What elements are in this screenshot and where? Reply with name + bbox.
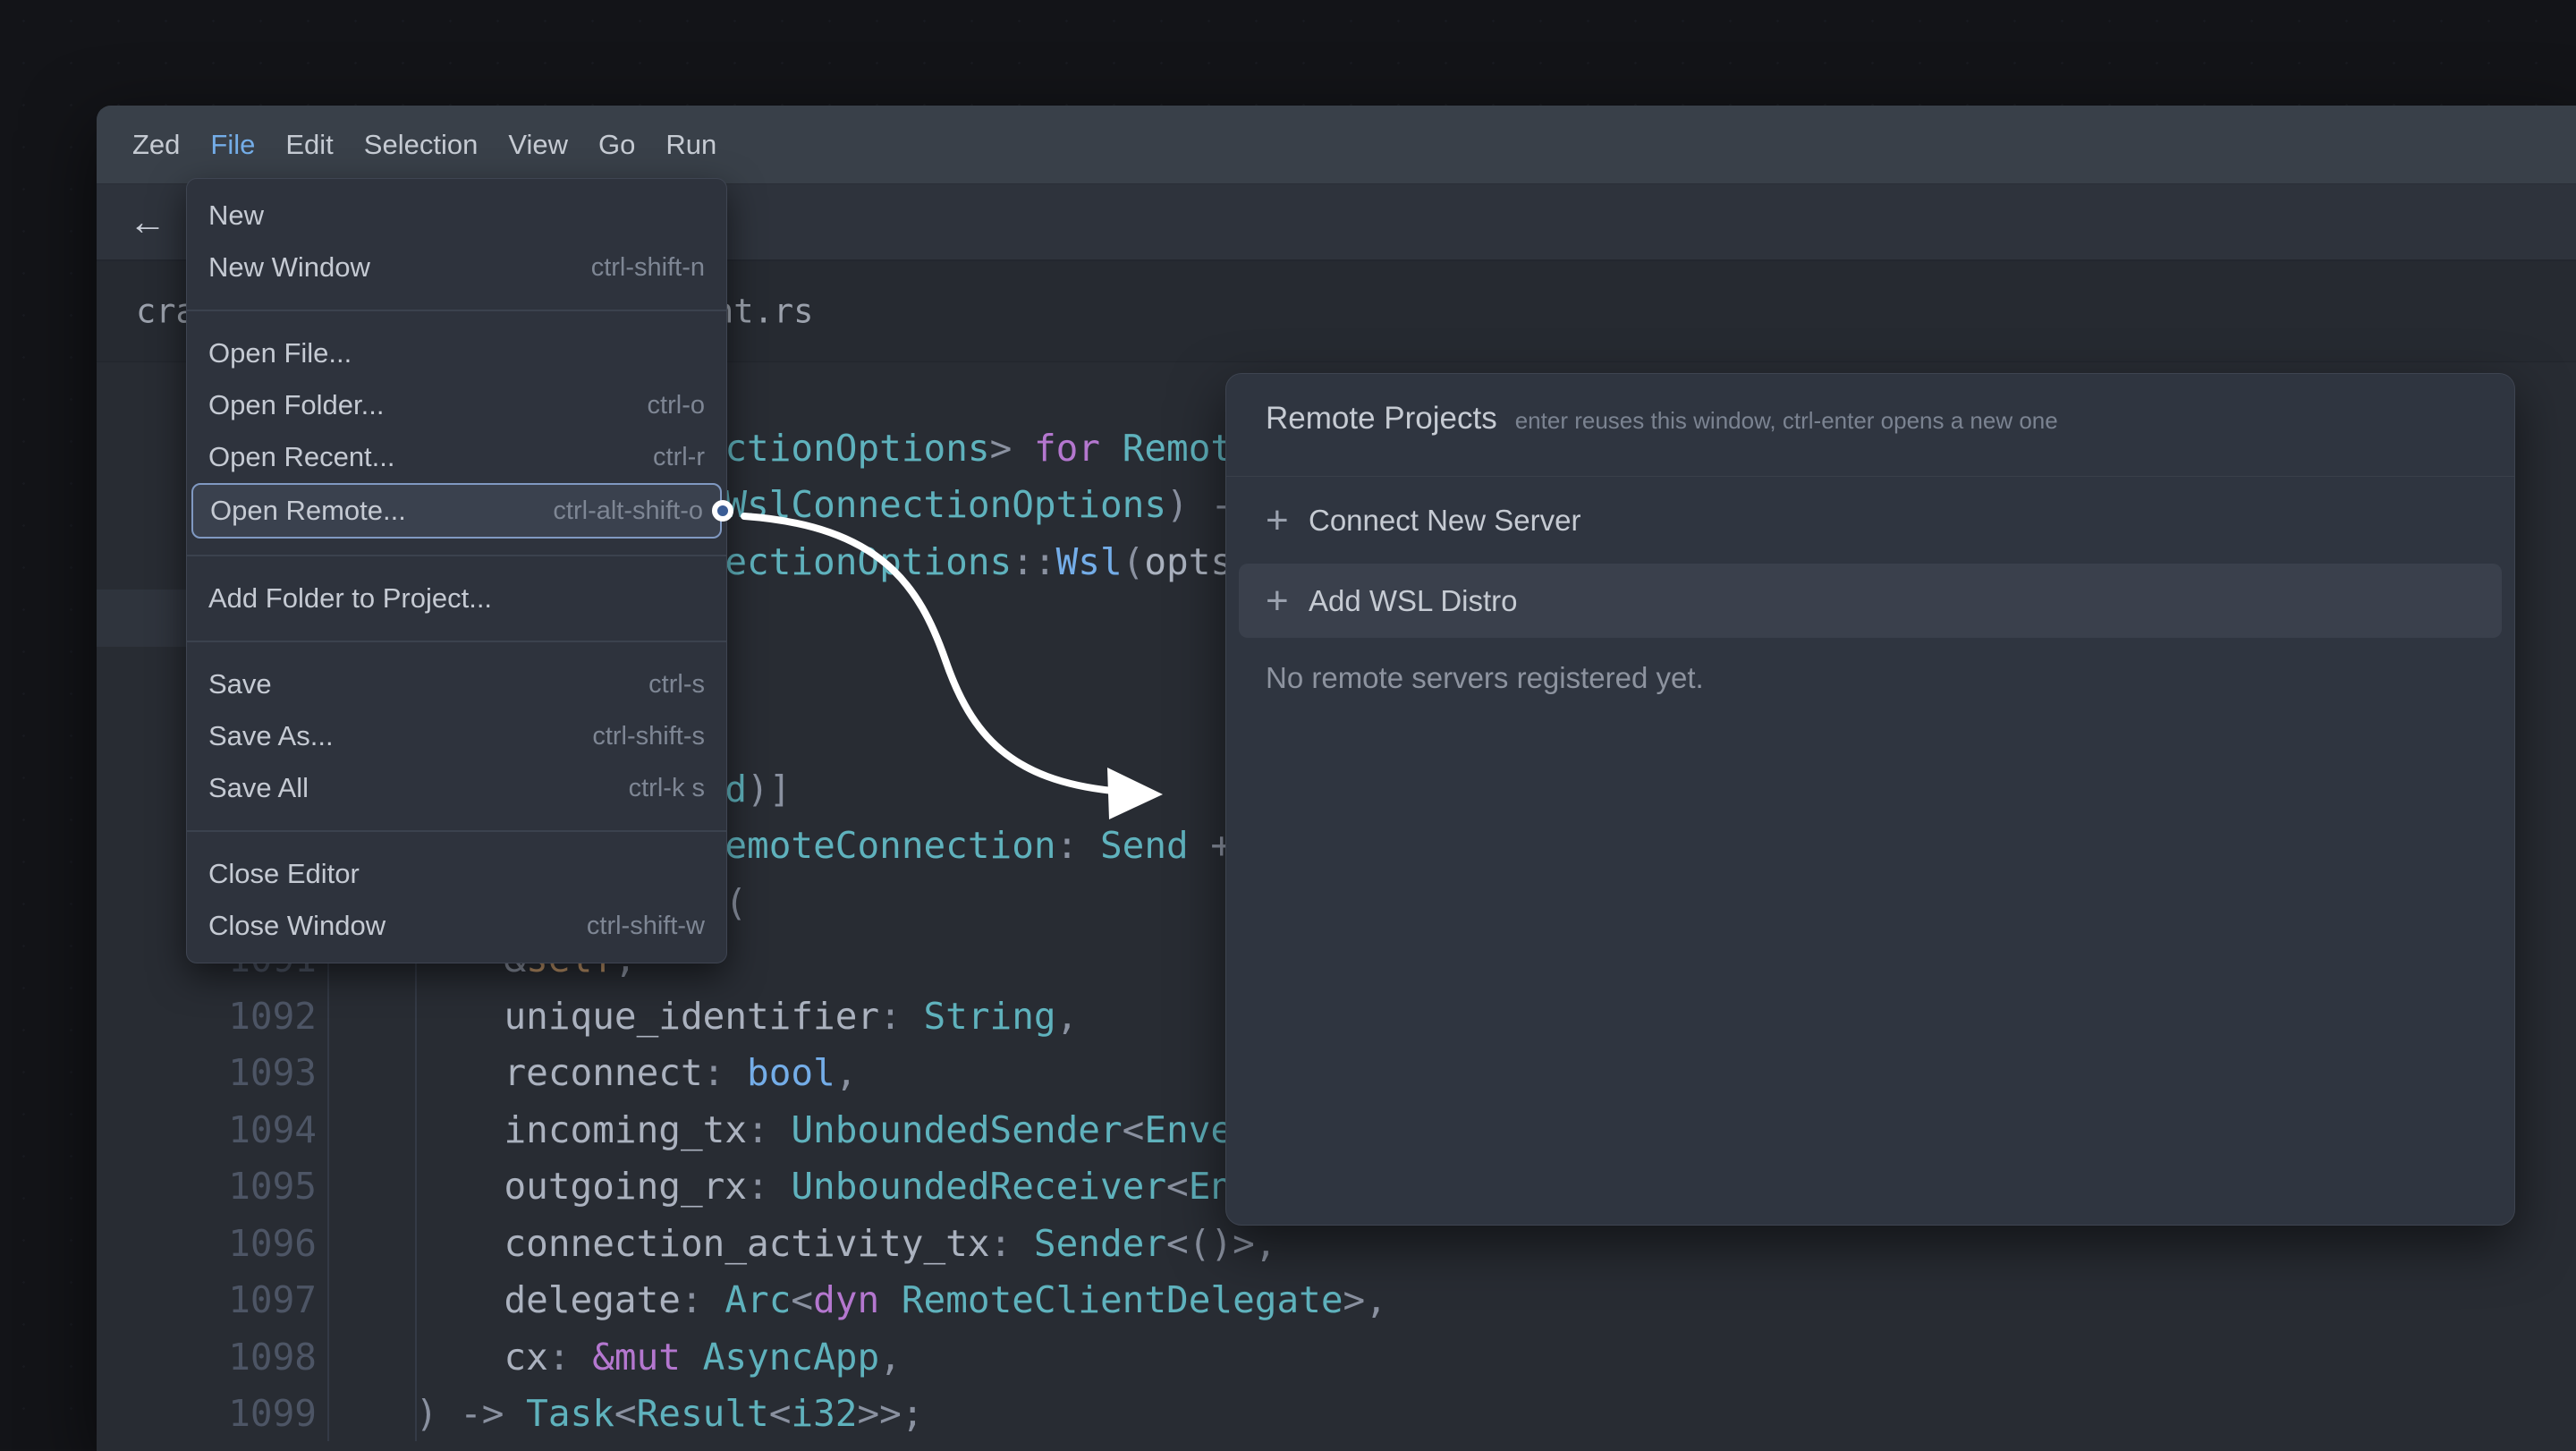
menu-item-label: New: [208, 199, 264, 232]
menu-item-label: Close Editor: [208, 858, 360, 890]
modal-action-label: Add WSL Distro: [1309, 584, 1518, 618]
title-bar: Zed File Edit Selection View Go Run: [97, 106, 2576, 184]
empty-state-text: No remote servers registered yet.: [1226, 638, 2514, 695]
code-text: incoming_tx: UnboundedSender<Envelope>,: [327, 1101, 1365, 1158]
modal-hint: enter reuses this window, ctrl-enter ope…: [1515, 407, 2058, 435]
menu-item-add-folder-to-project[interactable]: Add Folder to Project...: [187, 573, 726, 624]
menu-separator: [187, 310, 726, 311]
code-line-1098: 1098 cx: &mut AsyncApp,: [97, 1328, 2576, 1386]
menu-item-close-window[interactable]: Close Window ctrl-shift-w: [187, 900, 726, 952]
modal-title: Remote Projects: [1266, 401, 1497, 437]
code-text: unique_identifier: String,: [327, 988, 1078, 1045]
line-number: 1096: [163, 1215, 317, 1272]
menu-item-label: Open Recent...: [208, 441, 395, 473]
line-number: 1094: [163, 1101, 317, 1158]
menu-item-shortcut: ctrl-r: [653, 443, 705, 472]
menu-separator: [187, 830, 726, 832]
code-line-1099: 1099 ) -> Task<Result<i32>>;: [97, 1385, 2576, 1442]
menu-item-label: Add Folder to Project...: [208, 582, 492, 615]
line-number: 1095: [163, 1158, 317, 1215]
menu-item-open-recent[interactable]: Open Recent... ctrl-r: [187, 431, 726, 483]
menu-item-new[interactable]: New: [187, 190, 726, 242]
menubar-item-zed[interactable]: Zed: [132, 129, 180, 161]
menu-item-label: Save: [208, 668, 272, 700]
line-number: 1097: [163, 1271, 317, 1328]
menubar-item-selection[interactable]: Selection: [364, 129, 479, 161]
menu-item-label: Close Window: [208, 910, 386, 942]
menu-item-label: Open File...: [208, 337, 352, 369]
menubar-item-go[interactable]: Go: [598, 129, 635, 161]
code-text: cx: &mut AsyncApp,: [327, 1328, 902, 1386]
menu-item-open-file[interactable]: Open File...: [187, 327, 726, 379]
menu-item-shortcut: ctrl-k s: [629, 774, 705, 803]
menu-item-new-window[interactable]: New Window ctrl-shift-n: [187, 242, 726, 293]
menu-item-open-folder[interactable]: Open Folder... ctrl-o: [187, 379, 726, 431]
menu-item-shortcut: ctrl-alt-shift-o: [553, 496, 703, 526]
menu-separator: [187, 641, 726, 642]
code-text: reconnect: bool,: [327, 1044, 857, 1101]
modal-header: Remote Projects enter reuses this window…: [1226, 374, 2514, 476]
menu-item-shortcut: ctrl-shift-s: [592, 722, 705, 751]
line-number: 1098: [163, 1328, 317, 1386]
menu-item-save-all[interactable]: Save All ctrl-k s: [187, 762, 726, 814]
line-number: 1092: [163, 988, 317, 1045]
menu-item-shortcut: ctrl-o: [648, 391, 705, 420]
annotation-anchor-dot: [712, 500, 733, 522]
menubar-item-edit[interactable]: Edit: [285, 129, 333, 161]
menu-item-shortcut: ctrl-shift-n: [591, 253, 705, 283]
navigate-back-icon[interactable]: ←: [129, 203, 166, 241]
file-menu-dropdown: New New Window ctrl-shift-n Open File... Ope…: [186, 178, 727, 963]
menu-separator: [187, 555, 726, 556]
menu-item-label: Open Folder...: [208, 389, 384, 421]
remote-projects-modal: Remote Projects enter reuses this window…: [1225, 373, 2515, 1226]
menubar-item-file[interactable]: File: [210, 129, 255, 161]
plus-icon: +: [1266, 581, 1309, 621]
menubar-item-view[interactable]: View: [508, 129, 568, 161]
menu-item-save-as[interactable]: Save As... ctrl-shift-s: [187, 710, 726, 762]
code-line-1097: 1097 delegate: Arc<dyn RemoteClientDeleg…: [97, 1271, 2576, 1328]
menubar-item-run[interactable]: Run: [665, 129, 716, 161]
code-text: ) -> Task<Result<i32>>;: [327, 1385, 924, 1442]
menu-item-open-remote[interactable]: Open Remote... ctrl-alt-shift-o: [191, 483, 722, 539]
modal-action-connect-new-server[interactable]: +Connect New Server: [1226, 477, 2514, 564]
menu-item-shortcut: ctrl-s: [648, 670, 705, 700]
line-number: 1093: [163, 1044, 317, 1101]
modal-action-label: Connect New Server: [1309, 504, 1580, 538]
code-text: delegate: Arc<dyn RemoteClientDelegate>,: [327, 1271, 1387, 1328]
menu-item-label: New Window: [208, 251, 370, 284]
line-number: 1099: [163, 1385, 317, 1442]
menu-item-label: Save All: [208, 772, 309, 804]
plus-icon: +: [1266, 501, 1309, 540]
menu-item-save[interactable]: Save ctrl-s: [187, 658, 726, 710]
menu-item-label: Save As...: [208, 720, 334, 752]
menu-item-shortcut: ctrl-shift-w: [587, 912, 705, 941]
code-text: connection_activity_tx: Sender<()>,: [327, 1215, 1276, 1272]
menu-item-close-editor[interactable]: Close Editor: [187, 848, 726, 900]
modal-action-add-wsl-distro[interactable]: +Add WSL Distro: [1239, 564, 2502, 638]
menu-item-label: Open Remote...: [210, 495, 406, 527]
